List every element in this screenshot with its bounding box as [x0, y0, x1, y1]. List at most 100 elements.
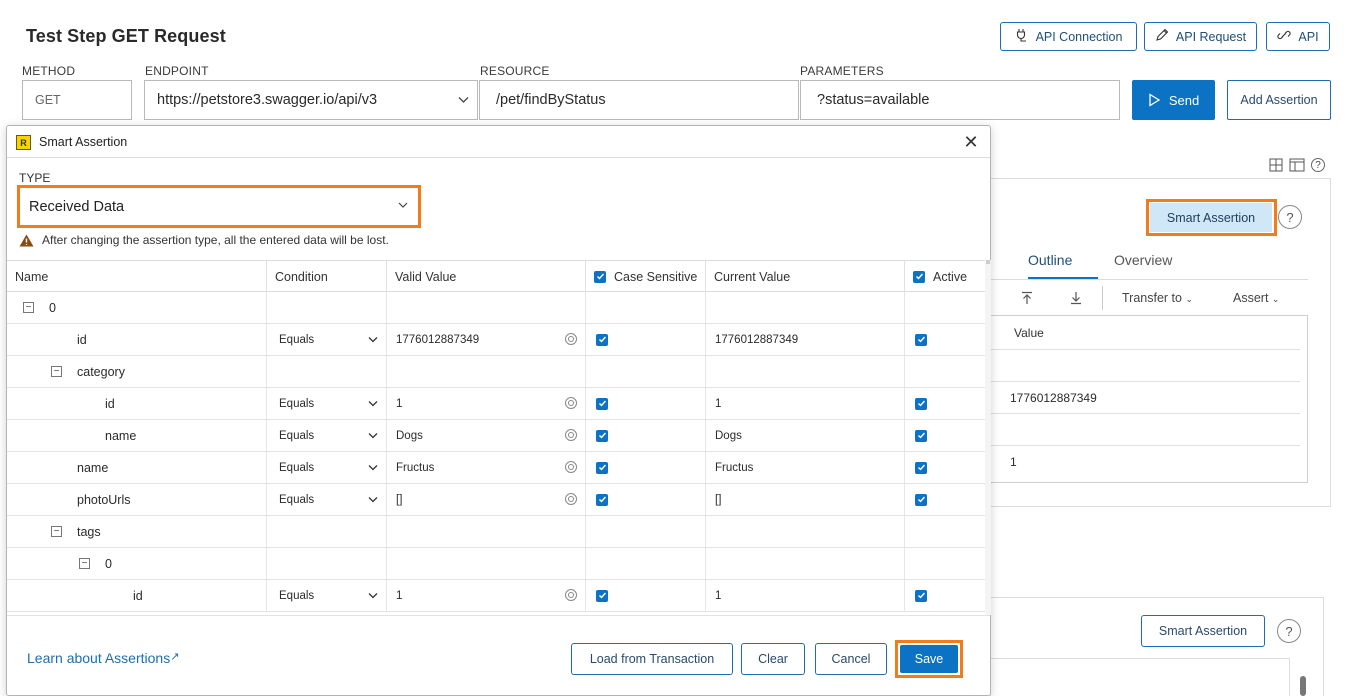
grid-scrollbar-thumb[interactable] — [986, 260, 990, 264]
method-field[interactable]: GET — [22, 80, 132, 120]
assertions-editor — [990, 658, 1290, 696]
case-sensitive-all-checkbox[interactable] — [594, 270, 606, 283]
condition-select[interactable]: Equals — [267, 324, 387, 355]
case-sensitive-checkbox[interactable] — [596, 397, 608, 410]
clear-button[interactable]: Clear — [741, 643, 805, 675]
send-button[interactable]: Send — [1132, 80, 1215, 120]
active-checkbox[interactable] — [915, 589, 927, 602]
valid-value-input[interactable]: 1776012887349 — [387, 324, 586, 355]
valid-value-input[interactable]: [] — [387, 484, 586, 515]
add-assertion-button[interactable]: Add Assertion — [1227, 80, 1331, 120]
table-row: − category — [7, 356, 985, 388]
row-name: name — [77, 460, 109, 475]
case-sensitive-checkbox[interactable] — [596, 429, 608, 442]
valid-value-cell — [387, 516, 586, 547]
transfer-to-menu[interactable]: Transfer to ⌄ — [1122, 291, 1193, 305]
type-select[interactable]: Received Data — [20, 188, 418, 226]
tab-outline[interactable]: Outline — [1028, 252, 1072, 268]
grid-view-icon[interactable] — [1269, 158, 1283, 172]
value-options-icon[interactable] — [565, 461, 577, 473]
endpoint-label: ENDPOINT — [145, 64, 209, 78]
api-request-label: API Request — [1175, 29, 1247, 44]
table-row: −0 — [7, 292, 985, 324]
valid-value-cell — [387, 292, 586, 323]
column-name: Name — [7, 261, 267, 292]
value-options-icon[interactable] — [565, 493, 577, 505]
condition-cell — [267, 292, 387, 323]
chevron-down-icon: ⌄ — [1185, 294, 1194, 304]
valid-value-input[interactable]: Dogs — [387, 420, 586, 451]
condition-select[interactable]: Equals — [267, 580, 387, 611]
case-sensitive-cell — [586, 324, 706, 355]
smart-assertion-button-2[interactable]: Smart Assertion — [1141, 615, 1265, 647]
grid-row: 1776012887349 — [990, 382, 1300, 414]
active-cell — [905, 548, 985, 579]
row-name: photoUrls — [77, 492, 131, 507]
value-options-icon[interactable] — [565, 333, 577, 345]
case-sensitive-cell — [586, 388, 706, 419]
valid-value-input[interactable]: Fructus — [387, 452, 586, 483]
cancel-button[interactable]: Cancel — [815, 643, 887, 675]
endpoint-select[interactable]: https://petstore3.swagger.io/api/v3 — [144, 80, 478, 120]
column-case-sensitive: Case Sensitive — [586, 261, 706, 292]
help-icon-2[interactable]: ? — [1277, 619, 1301, 643]
condition-cell — [267, 356, 387, 387]
type-select-value: Received Data — [29, 199, 125, 215]
active-checkbox[interactable] — [915, 333, 927, 346]
api-request-button[interactable]: API Request — [1144, 22, 1257, 51]
load-from-transaction-button[interactable]: Load from Transaction — [571, 643, 733, 675]
current-value-cell: 1 — [706, 580, 905, 611]
active-all-checkbox[interactable] — [913, 270, 925, 283]
valid-value: 1776012887349 — [396, 333, 480, 346]
case-sensitive-cell — [586, 420, 706, 451]
api-connection-button[interactable]: API Connection — [1000, 22, 1137, 51]
row-name: name — [105, 428, 137, 443]
smart-assertion-help-icon[interactable]: ? — [1278, 205, 1302, 229]
collapse-toggle-icon[interactable]: − — [51, 366, 62, 377]
active-checkbox[interactable] — [915, 461, 927, 474]
value-options-icon[interactable] — [565, 429, 577, 441]
active-checkbox[interactable] — [915, 429, 927, 442]
close-icon[interactable]: ✕ — [960, 131, 982, 153]
move-bottom-icon[interactable] — [1069, 291, 1083, 305]
move-top-icon[interactable] — [1020, 291, 1034, 305]
valid-value-input[interactable]: 1 — [387, 388, 586, 419]
grid-scrollbar[interactable] — [985, 260, 991, 615]
learn-about-assertions-link[interactable]: Learn about Assertions↗ — [27, 650, 179, 666]
chevron-down-icon — [368, 593, 378, 599]
resource-field[interactable]: /pet/findByStatus — [479, 80, 799, 120]
learn-link-label: Learn about Assertions — [27, 650, 171, 666]
assert-menu[interactable]: Assert ⌄ — [1233, 291, 1279, 305]
smart-assertion-button[interactable]: Smart Assertion — [1150, 203, 1272, 232]
condition-select[interactable]: Equals — [267, 388, 387, 419]
collapse-toggle-icon[interactable]: − — [51, 526, 62, 537]
parameters-field[interactable]: ?status=available — [800, 80, 1120, 120]
condition-select[interactable]: Equals — [267, 420, 387, 451]
chevron-down-icon: ⌄ — [1271, 294, 1280, 304]
tab-overview[interactable]: Overview — [1114, 252, 1172, 268]
case-sensitive-checkbox[interactable] — [596, 333, 608, 346]
name-cell: − tags — [7, 516, 267, 547]
active-checkbox[interactable] — [915, 397, 927, 410]
help-icon[interactable]: ? — [1311, 158, 1325, 172]
scrollbar-thumb[interactable] — [1300, 676, 1306, 696]
value-options-icon[interactable] — [565, 589, 577, 601]
collapse-toggle-icon[interactable]: − — [79, 558, 90, 569]
value-options-icon[interactable] — [565, 397, 577, 409]
api-button[interactable]: API — [1266, 22, 1330, 51]
condition-select[interactable]: Equals — [267, 452, 387, 483]
active-cell — [905, 324, 985, 355]
current-value-cell — [706, 356, 905, 387]
case-sensitive-checkbox[interactable] — [596, 493, 608, 506]
condition-cell — [267, 548, 387, 579]
condition-select[interactable]: Equals — [267, 484, 387, 515]
table-view-icon[interactable] — [1289, 158, 1305, 172]
case-sensitive-checkbox[interactable] — [596, 461, 608, 474]
collapse-toggle-icon[interactable]: − — [23, 302, 34, 313]
save-button[interactable]: Save — [900, 645, 958, 673]
external-link-icon: ↗ — [170, 651, 180, 663]
valid-value-input[interactable]: 1 — [387, 580, 586, 611]
case-sensitive-checkbox[interactable] — [596, 589, 608, 602]
active-checkbox[interactable] — [915, 493, 927, 506]
outline-grid: Value 1776012887349 1 — [990, 315, 1308, 483]
